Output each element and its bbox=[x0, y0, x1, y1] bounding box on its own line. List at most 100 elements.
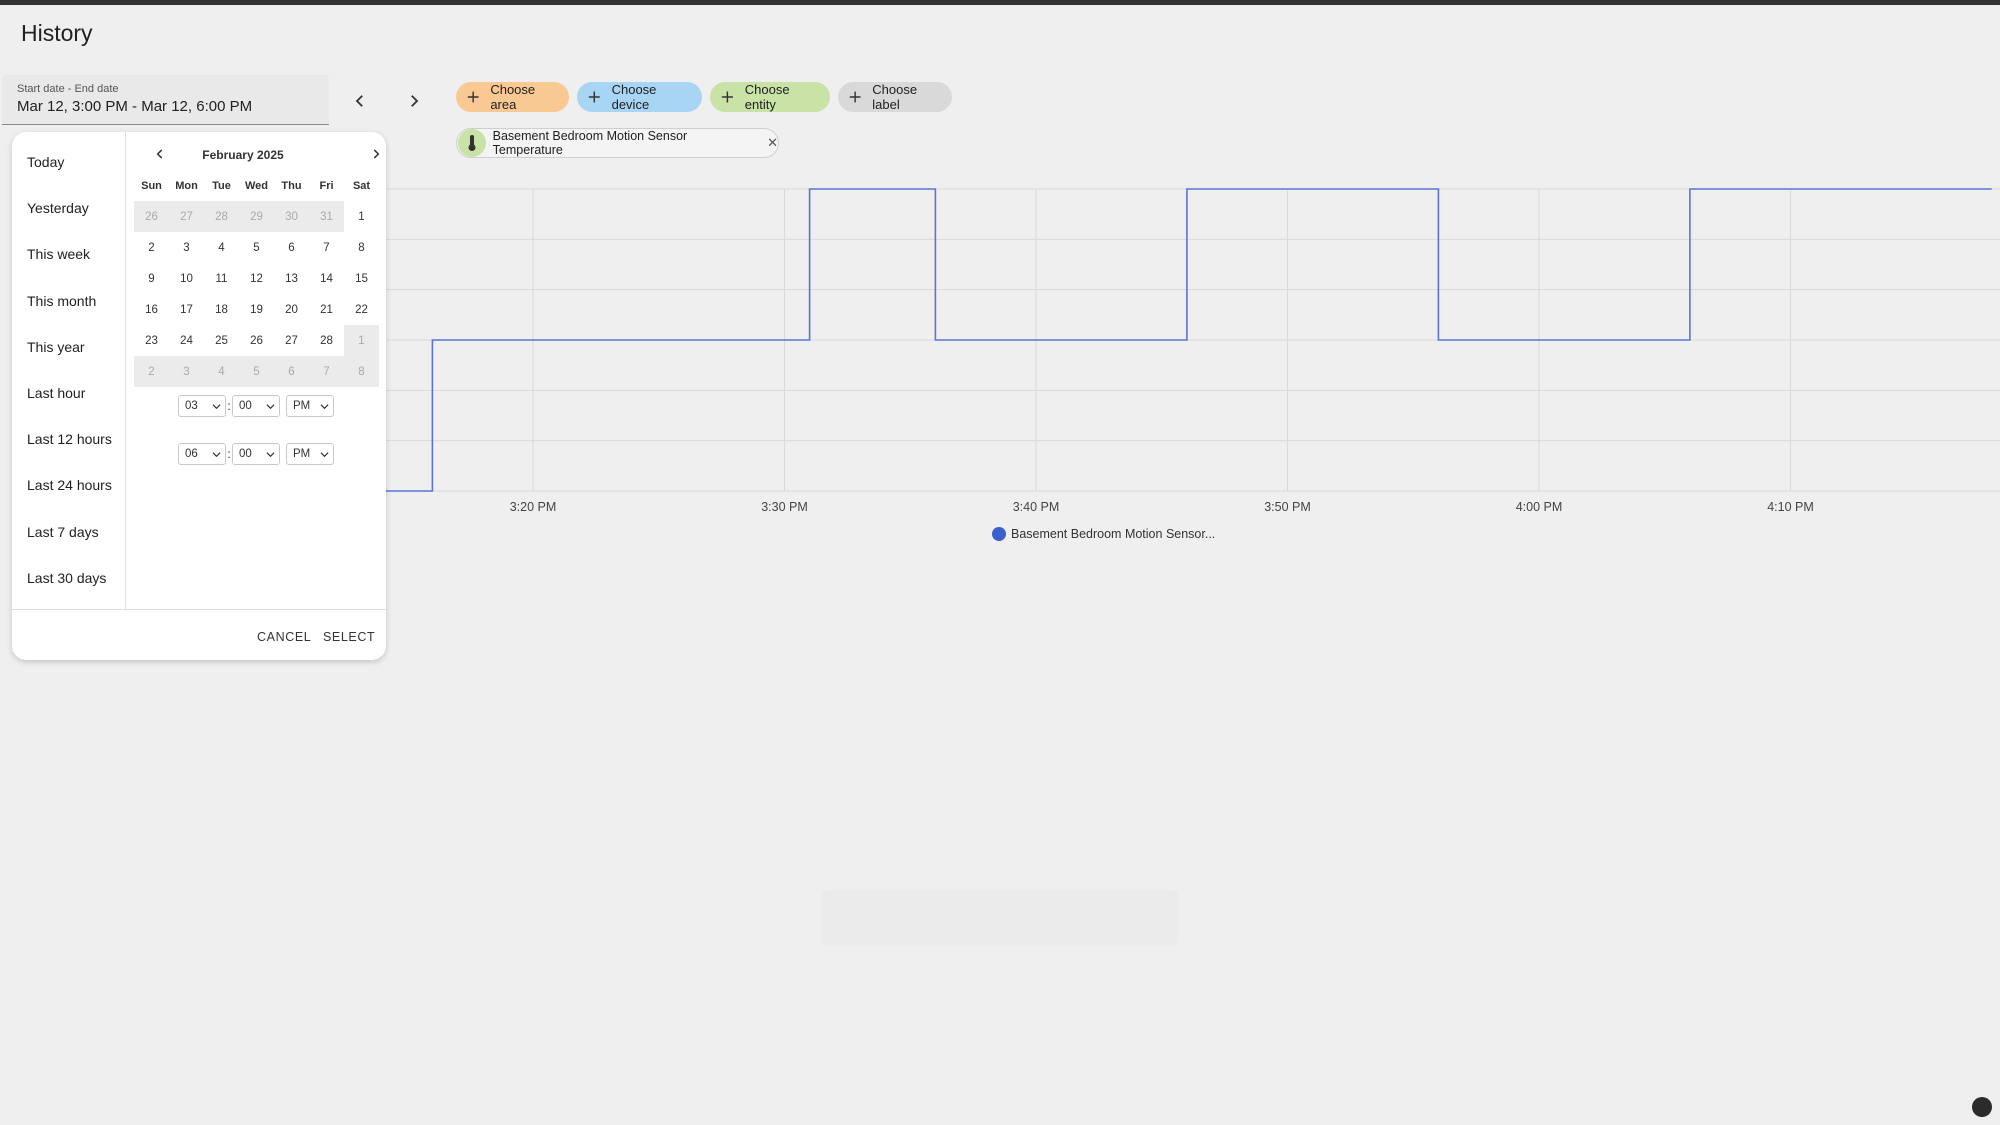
calendar-day[interactable]: 7 bbox=[309, 232, 344, 263]
end-hour-value: 06 bbox=[185, 448, 198, 460]
calendar-days: 26 27 28 29 30 31 1 2 3 4 5 6 7 8 9 10 11 12 13 14 15 16 17 18 1… bbox=[134, 201, 379, 387]
quick-range-item[interactable]: Last 24 hours bbox=[27, 477, 112, 493]
calendar-day[interactable]: 8 bbox=[344, 232, 379, 263]
calendar-day[interactable]: 26 bbox=[134, 201, 169, 232]
start-minute-select[interactable]: 00 bbox=[232, 395, 280, 417]
date-range-label: Start date - End date bbox=[17, 83, 119, 95]
chevron-left-icon bbox=[355, 95, 363, 107]
x-tick-label: 3:40 PM bbox=[1013, 500, 1060, 514]
choose-entity-button[interactable]: Choose entity bbox=[710, 82, 830, 112]
start-ampm-select[interactable]: PM bbox=[286, 395, 334, 417]
start-minute-value: 00 bbox=[239, 400, 252, 412]
end-minute-value: 00 bbox=[239, 448, 252, 460]
calendar-day[interactable]: 6 bbox=[274, 232, 309, 263]
plus-icon bbox=[721, 91, 733, 103]
calendar-day[interactable]: 25 bbox=[204, 325, 239, 356]
end-minute-select[interactable]: 00 bbox=[232, 443, 280, 465]
quick-range-item[interactable]: Last hour bbox=[27, 385, 85, 401]
end-hour-select[interactable]: 06 bbox=[178, 443, 226, 465]
settings-icon[interactable] bbox=[1972, 1097, 1992, 1117]
calendar-day[interactable]: 3 bbox=[169, 232, 204, 263]
end-ampm-select[interactable]: PM bbox=[286, 443, 334, 465]
top-bar bbox=[0, 0, 2000, 5]
calendar-day[interactable]: 1 bbox=[344, 201, 379, 232]
calendar-day[interactable]: 3 bbox=[169, 356, 204, 387]
weekday-label: Wed bbox=[244, 180, 269, 192]
quick-range-item[interactable]: This year bbox=[27, 339, 85, 355]
calendar-day[interactable]: 31 bbox=[309, 201, 344, 232]
calendar-day[interactable]: 29 bbox=[239, 201, 274, 232]
quick-range-item[interactable]: This month bbox=[27, 293, 96, 309]
date-range-value: Mar 12, 3:00 PM - Mar 12, 6:00 PM bbox=[17, 98, 253, 115]
quick-range-item[interactable]: Today bbox=[27, 154, 64, 170]
plus-icon bbox=[588, 91, 600, 103]
calendar-day[interactable]: 27 bbox=[274, 325, 309, 356]
calendar-day[interactable]: 15 bbox=[344, 263, 379, 294]
select-button[interactable]: SELECT bbox=[323, 630, 375, 644]
calendar-day[interactable]: 9 bbox=[134, 263, 169, 294]
calendar-day[interactable]: 19 bbox=[239, 294, 274, 325]
quick-range-item[interactable]: Last 30 days bbox=[27, 570, 106, 586]
chevron-down-icon bbox=[266, 451, 275, 457]
date-range-picker: Today Yesterday This week This month This ye… bbox=[12, 132, 386, 660]
calendar-day[interactable]: 17 bbox=[169, 294, 204, 325]
calendar-day[interactable]: 5 bbox=[239, 232, 274, 263]
chevron-down-icon bbox=[212, 451, 221, 457]
start-ampm-value: PM bbox=[293, 400, 311, 412]
calendar-day[interactable]: 23 bbox=[134, 325, 169, 356]
calendar-day[interactable]: 24 bbox=[169, 325, 204, 356]
remove-entity-icon[interactable]: ✕ bbox=[767, 135, 778, 151]
calendar-day[interactable]: 4 bbox=[204, 356, 239, 387]
calendar-day[interactable]: 14 bbox=[309, 263, 344, 294]
calendar-day[interactable]: 2 bbox=[134, 232, 169, 263]
calendar-day[interactable]: 20 bbox=[274, 294, 309, 325]
plus-icon bbox=[467, 91, 479, 103]
x-tick-label: 4:10 PM bbox=[1767, 500, 1814, 514]
calendar-day[interactable]: 18 bbox=[204, 294, 239, 325]
quick-range-item[interactable]: Last 7 days bbox=[27, 524, 99, 540]
calendar-day[interactable]: 27 bbox=[169, 201, 204, 232]
calendar-day[interactable]: 16 bbox=[134, 294, 169, 325]
calendar-day[interactable]: 28 bbox=[309, 325, 344, 356]
weekday-label: Sat bbox=[352, 180, 371, 192]
calendar-day[interactable]: 30 bbox=[274, 201, 309, 232]
weekday-label: Thu bbox=[281, 180, 302, 192]
date-range-field[interactable]: Start date - End date Mar 12, 3:00 PM - … bbox=[2, 75, 329, 125]
calendar-day[interactable]: 22 bbox=[344, 294, 379, 325]
calendar-day[interactable]: 6 bbox=[274, 356, 309, 387]
calendar-day[interactable]: 2 bbox=[134, 356, 169, 387]
calendar-day[interactable]: 7 bbox=[309, 356, 344, 387]
x-tick-label: 3:30 PM bbox=[761, 500, 808, 514]
calendar-day[interactable]: 10 bbox=[169, 263, 204, 294]
chart-legend[interactable]: Basement Bedroom Motion Sensor... bbox=[992, 527, 1215, 541]
quick-range-item[interactable]: This week bbox=[27, 246, 90, 262]
quick-ranges-list: Today Yesterday This week This month This ye… bbox=[12, 132, 126, 609]
next-period-button[interactable] bbox=[399, 86, 429, 116]
calendar-day[interactable]: 4 bbox=[204, 232, 239, 263]
choose-label-button[interactable]: Choose label bbox=[838, 82, 952, 112]
calendar-day[interactable]: 8 bbox=[344, 356, 379, 387]
quick-range-item[interactable]: Yesterday bbox=[27, 200, 89, 216]
start-hour-select[interactable]: 03 bbox=[178, 395, 226, 417]
calendar-day[interactable]: 1 bbox=[344, 325, 379, 356]
calendar-day[interactable]: 13 bbox=[274, 263, 309, 294]
weekday-label: Fri bbox=[319, 180, 334, 192]
calendar-day[interactable]: 11 bbox=[204, 263, 239, 294]
start-hour-value: 03 bbox=[185, 400, 198, 412]
calendar-day[interactable]: 5 bbox=[239, 356, 274, 387]
choose-entity-label: Choose entity bbox=[744, 82, 790, 112]
calendar-day[interactable]: 12 bbox=[239, 263, 274, 294]
cancel-button[interactable]: CANCEL bbox=[257, 630, 311, 644]
calendar-day[interactable]: 21 bbox=[309, 294, 344, 325]
choose-area-button[interactable]: Choose area bbox=[456, 82, 569, 112]
quick-range-item[interactable]: Last 12 hours bbox=[27, 431, 112, 447]
picker-footer: CANCEL SELECT bbox=[12, 609, 386, 660]
x-tick-label: 3:50 PM bbox=[1264, 500, 1311, 514]
calendar-day[interactable]: 26 bbox=[239, 325, 274, 356]
chevron-right-icon bbox=[411, 95, 419, 107]
choose-device-button[interactable]: Choose device bbox=[577, 82, 702, 112]
weekday-label: Mon bbox=[175, 180, 198, 192]
calendar-day[interactable]: 28 bbox=[204, 201, 239, 232]
next-month-button[interactable] bbox=[366, 144, 386, 164]
previous-period-button[interactable] bbox=[345, 86, 375, 116]
